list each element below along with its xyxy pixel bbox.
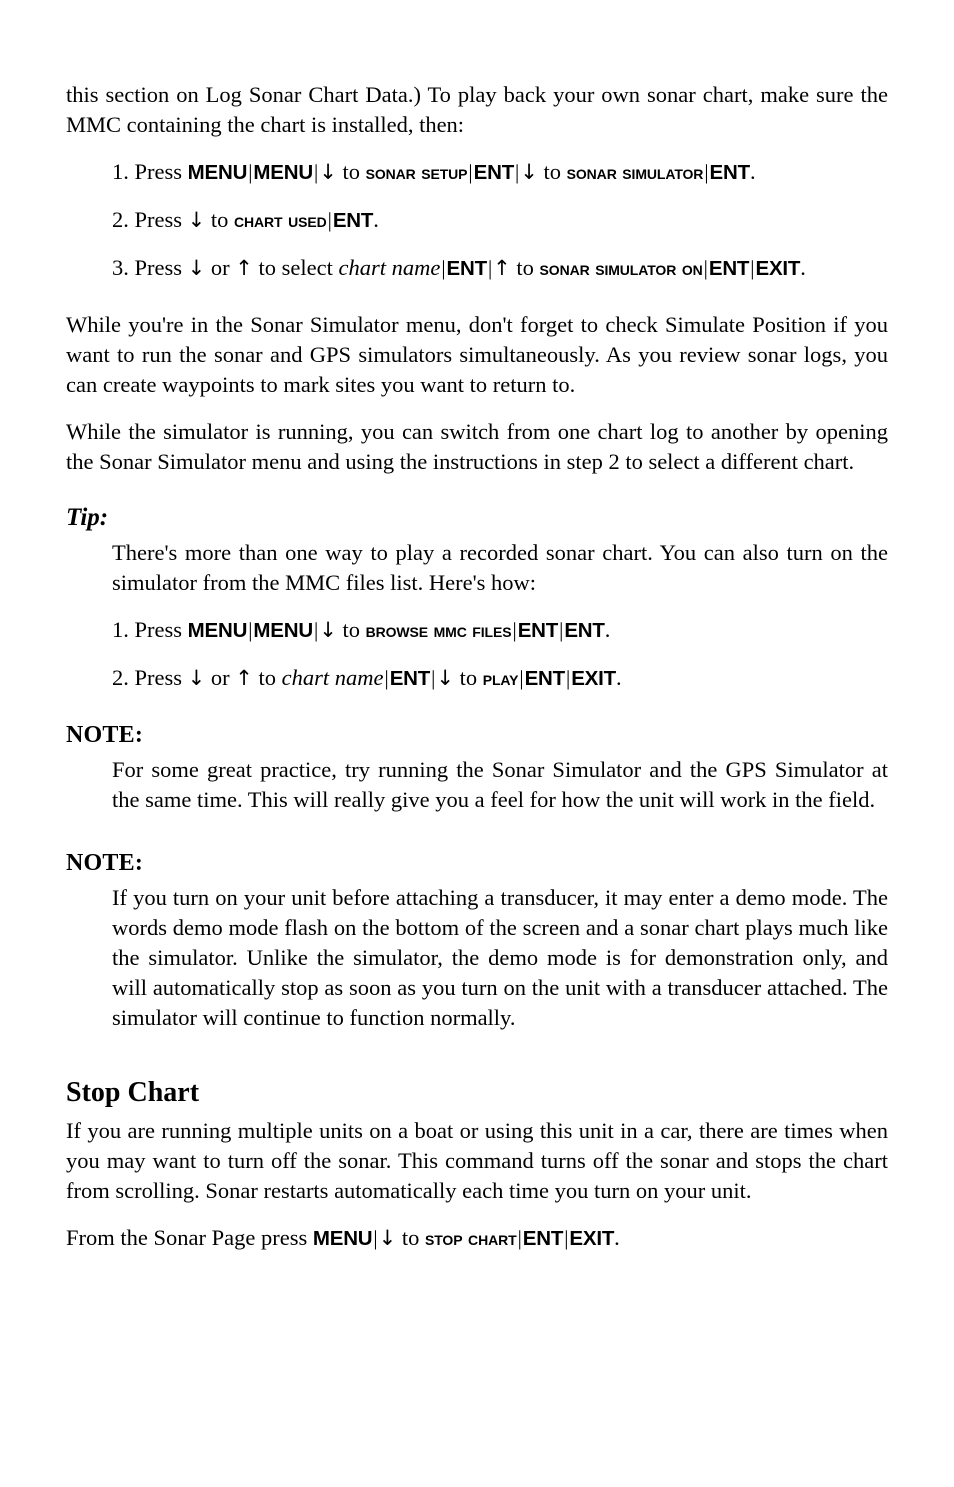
step-2-to: to <box>210 207 229 232</box>
step-1-to-2: to <box>543 159 562 184</box>
arrow-down-icon: ↓ <box>319 618 337 642</box>
note-1-heading: NOTE: <box>66 722 144 748</box>
arrow-down-icon: ↓ <box>319 160 337 184</box>
step-3-number: 3. <box>112 255 129 280</box>
key-ent: ENT <box>522 1227 564 1250</box>
final-line-lead: From the Sonar Page press <box>66 1225 308 1250</box>
arrow-down-icon: ↓ <box>378 1226 397 1250</box>
note-2-body: If you turn on your unit before attachin… <box>112 885 888 1030</box>
tip-step-1: 1. Press MENU|MENU|↓ to Browse MMC Files… <box>112 615 888 646</box>
step-1: 1. Press MENU|MENU|↓ to Sonar Setup|ENT|… <box>112 157 888 188</box>
paragraph-simulate-position: While you're in the Sonar Simulator menu… <box>66 312 888 397</box>
step-2-number: 2. <box>112 207 129 232</box>
tip-body: There's more than one way to play a reco… <box>112 540 888 595</box>
tip-step-1-period: . <box>604 617 611 642</box>
step-1-to: to <box>342 159 360 184</box>
stop-chart-final-line: From the Sonar Page press MENU|↓ to Stop… <box>66 1223 888 1254</box>
document-page: this section on Log Sonar Chart Data.) T… <box>66 80 888 1254</box>
tip-heading: Tip: <box>66 504 109 531</box>
key-ent-1: ENT <box>517 619 559 642</box>
menu-label-stop-chart: Stop Chart <box>425 1227 517 1250</box>
menu-label-sonar-simulator: Sonar Simulator <box>566 161 704 184</box>
stop-chart-heading: Stop Chart <box>66 1077 200 1108</box>
tip-step-1-number: 1. <box>112 617 129 642</box>
arrow-up-icon: ↑ <box>235 666 253 690</box>
arrow-down-icon: ↓ <box>187 208 206 232</box>
key-menu-1: MENU <box>187 619 248 642</box>
key-menu-1: MENU <box>187 161 248 184</box>
step-2-lead: Press <box>134 207 183 232</box>
arrow-up-icon: ↑ <box>235 256 253 280</box>
key-exit: EXIT <box>569 1227 615 1250</box>
step-2-period: . <box>373 207 379 232</box>
step-3: 3. Press ↓ or ↑ to select chart name|ENT… <box>112 253 888 284</box>
step-1-lead: Press <box>134 159 183 184</box>
placeholder-chart-name: chart name <box>338 255 441 280</box>
step-1-number: 1. <box>112 159 129 184</box>
tip-step-2-number: 2. <box>112 665 129 690</box>
menu-label-browse-mmc-files: Browse MMC Files <box>365 619 512 642</box>
arrow-down-icon: ↓ <box>187 256 206 280</box>
step-3-period: . <box>800 255 806 280</box>
tip-step-2-to-2: to <box>459 665 478 690</box>
key-menu: MENU <box>312 1227 373 1250</box>
key-menu-2: MENU <box>253 619 313 642</box>
step-3-to-2: to <box>516 255 534 280</box>
tip-step-2-to: to <box>258 665 276 690</box>
tip-step-2-or: or <box>210 665 230 690</box>
step-3-to: to <box>258 255 276 280</box>
note-2-heading: NOTE: <box>66 850 144 876</box>
key-ent-1: ENT <box>446 257 488 280</box>
step-3-or: or <box>210 255 230 280</box>
key-menu-2: MENU <box>253 161 313 184</box>
step-3-lead: Press <box>134 255 183 280</box>
key-exit: EXIT <box>755 257 801 280</box>
menu-label-sonar-setup: Sonar Setup <box>365 161 468 184</box>
menu-label-play: Play <box>482 667 519 690</box>
key-ent: ENT <box>332 209 374 232</box>
key-exit: EXIT <box>571 667 616 690</box>
final-line-to: to <box>401 1225 420 1250</box>
note-1-body: For some great practice, try running the… <box>112 757 888 812</box>
paragraph-switch-chart-log: While the simulator is running, you can … <box>66 419 888 474</box>
key-ent-2: ENT <box>524 667 566 690</box>
arrow-up-icon: ↑ <box>493 256 511 280</box>
stop-chart-body: If you are running multiple units on a b… <box>66 1118 888 1203</box>
tip-step-2-period: . <box>615 665 622 690</box>
step-1-period: . <box>749 159 756 184</box>
final-line-period: . <box>614 1225 620 1250</box>
arrow-down-icon: ↓ <box>520 160 538 184</box>
key-ent-2: ENT <box>564 619 605 642</box>
tip-step-2: 2. Press ↓ or ↑ to chart name|ENT|↓ to P… <box>112 663 888 694</box>
placeholder-chart-name: chart name <box>281 665 384 690</box>
key-ent-1: ENT <box>389 667 431 690</box>
tip-step-1-lead: Press <box>134 617 183 642</box>
step-3-select: select <box>281 255 333 280</box>
intro-paragraph: this section on Log Sonar Chart Data.) T… <box>66 82 888 137</box>
menu-label-chart-used: Chart Used <box>234 209 327 232</box>
key-ent-2: ENT <box>709 161 751 184</box>
key-ent-1: ENT <box>473 161 515 184</box>
tip-step-2-lead: Press <box>134 665 183 690</box>
arrow-down-icon: ↓ <box>436 666 454 690</box>
arrow-down-icon: ↓ <box>187 666 206 690</box>
step-2: 2. Press ↓ to Chart Used|ENT. <box>112 205 888 236</box>
menu-label-sonar-simulator-on: Sonar Simulator On <box>539 257 703 280</box>
key-ent-2: ENT <box>708 257 750 280</box>
tip-step-1-to: to <box>342 617 360 642</box>
